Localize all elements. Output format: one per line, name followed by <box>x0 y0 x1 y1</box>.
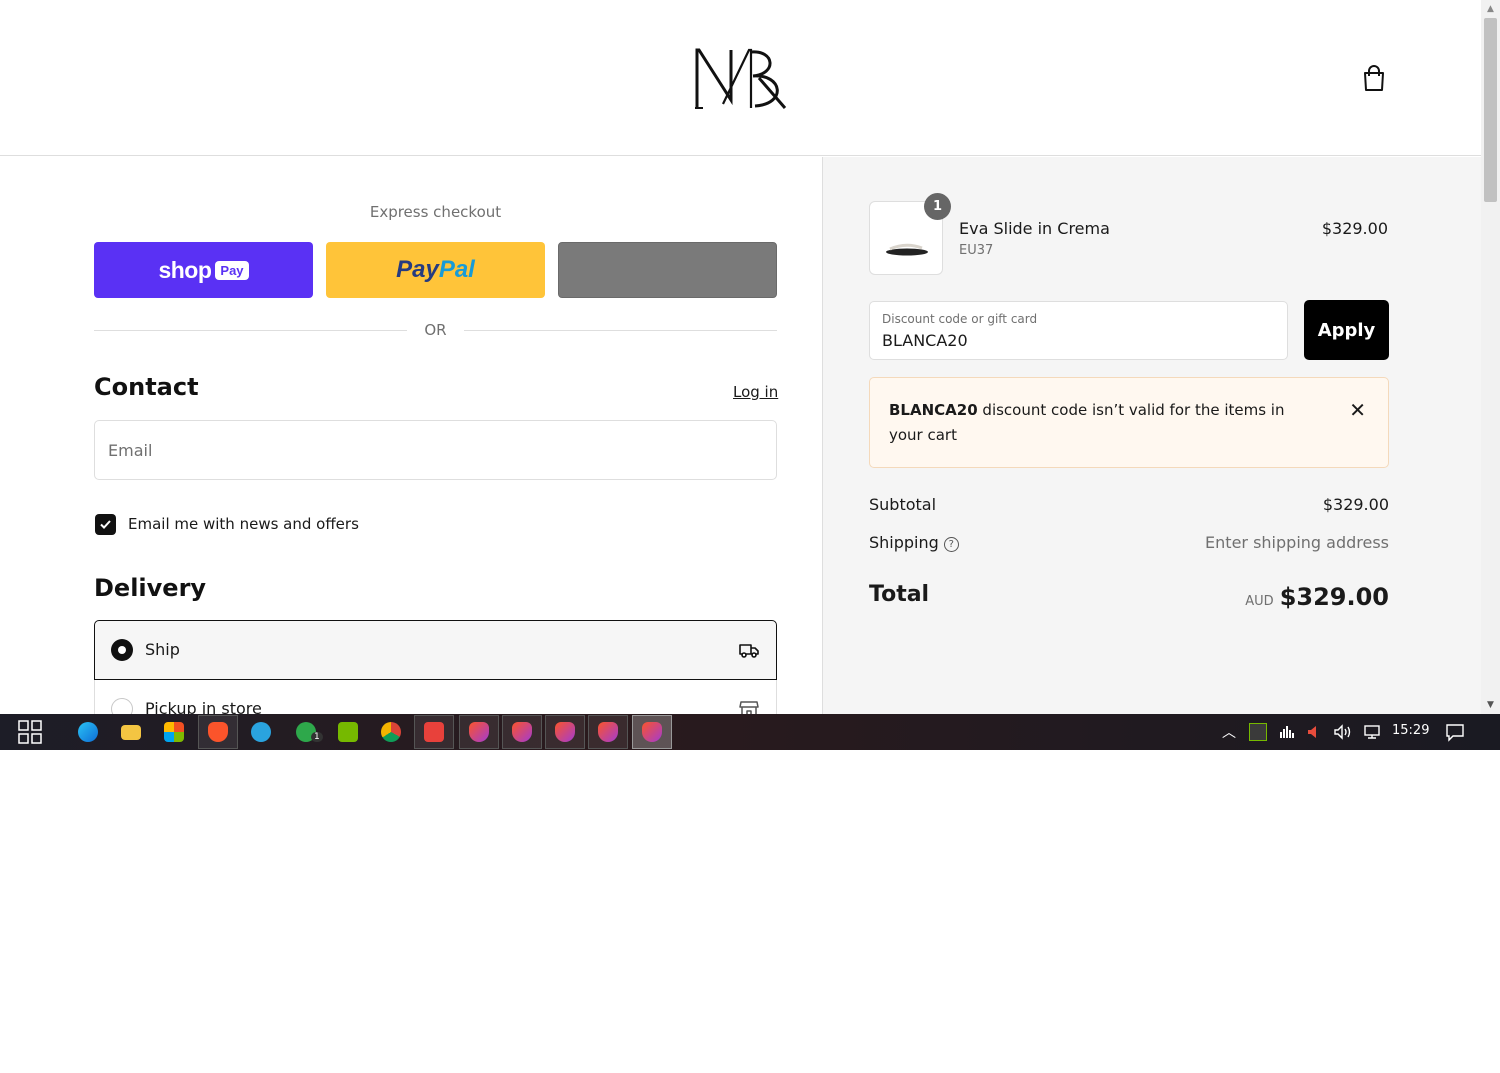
shipping-row: Shipping? Enter shipping address <box>869 533 1389 552</box>
media-app-icon[interactable] <box>414 715 454 749</box>
browser-viewport: Express checkout shop Pay PayPal OR Cont… <box>0 0 1500 714</box>
or-divider: OR <box>94 321 777 341</box>
ship-radio[interactable] <box>111 639 133 661</box>
task-view-icon[interactable] <box>10 714 50 750</box>
paypal-button[interactable]: PayPal <box>326 242 545 298</box>
brave-window-3-icon[interactable] <box>502 715 542 749</box>
delivery-option-ship[interactable]: Ship <box>94 620 777 680</box>
paypal-wordmark: PayPal <box>396 256 475 283</box>
whatsapp-icon[interactable]: 1 <box>286 714 326 750</box>
contact-heading: Contact <box>94 373 199 401</box>
subtotal-value: $329.00 <box>1322 495 1389 514</box>
shop-pay-pill: Pay <box>215 260 249 280</box>
delivery-heading: Delivery <box>94 574 207 602</box>
discount-value[interactable]: BLANCA20 <box>882 331 968 350</box>
page-scrollbar[interactable]: ▲ ▼ <box>1481 0 1500 714</box>
file-explorer-icon[interactable] <box>111 714 151 750</box>
scroll-down-arrow-icon[interactable]: ▼ <box>1481 698 1500 714</box>
store-header <box>0 0 1481 156</box>
tray-app-icon[interactable] <box>1249 723 1267 741</box>
quantity-badge: 1 <box>924 193 951 220</box>
windows-taskbar: 1 ︿ 15:29 <box>0 714 1500 750</box>
telegram-icon[interactable] <box>241 714 281 750</box>
express-payment-button[interactable] <box>558 242 777 298</box>
brave-browser-icon[interactable] <box>198 715 238 749</box>
checkmark-icon <box>100 520 111 529</box>
newsletter-label[interactable]: Email me with news and offers <box>128 515 359 533</box>
scroll-up-arrow-icon[interactable]: ▲ <box>1481 0 1500 16</box>
notifications-icon[interactable] <box>1445 722 1465 742</box>
shopping-bag-icon[interactable] <box>1362 64 1386 92</box>
apply-button[interactable]: Apply <box>1304 300 1389 360</box>
chrome-icon[interactable] <box>371 714 411 750</box>
store-logo[interactable] <box>693 44 791 110</box>
total-row: Total AUD $329.00 <box>869 582 1389 616</box>
brave-window-2-icon[interactable] <box>459 715 499 749</box>
pickup-radio[interactable] <box>111 698 133 714</box>
ship-label: Ship <box>145 640 180 659</box>
nvidia-icon[interactable] <box>328 714 368 750</box>
shop-pay-button[interactable]: shop Pay <box>94 242 313 298</box>
error-code: BLANCA20 <box>889 401 978 419</box>
product-name: Eva Slide in Crema <box>959 219 1110 238</box>
divider-line-right <box>464 330 777 331</box>
audio-meter-icon[interactable] <box>1279 724 1295 740</box>
product-variant: EU37 <box>959 243 994 258</box>
email-input[interactable] <box>94 420 777 480</box>
muted-speaker-icon[interactable] <box>1305 724 1321 740</box>
store-app-icon[interactable] <box>154 714 194 750</box>
network-icon[interactable] <box>1362 724 1382 740</box>
truck-icon <box>739 644 759 658</box>
scroll-thumb[interactable] <box>1484 18 1497 202</box>
help-icon[interactable]: ? <box>943 537 959 552</box>
show-hidden-icons-chevron-icon[interactable]: ︿ <box>1222 722 1236 742</box>
discount-label: Discount code or gift card <box>882 312 1038 326</box>
newsletter-checkbox[interactable] <box>95 514 116 535</box>
total-value: $329.00 <box>1279 583 1389 611</box>
login-link[interactable]: Log in <box>733 383 778 401</box>
discount-input[interactable]: Discount code or gift card BLANCA20 <box>869 301 1288 360</box>
shipping-value: Enter shipping address <box>1205 533 1389 552</box>
brave-window-5-icon[interactable] <box>588 715 628 749</box>
subtotal-row: Subtotal $329.00 <box>869 495 1389 514</box>
system-clock[interactable]: 15:29 <box>1392 723 1429 738</box>
brave-window-active-icon[interactable] <box>632 715 672 749</box>
product-price: $329.00 <box>1321 219 1388 238</box>
edge-icon[interactable] <box>68 714 108 750</box>
shipping-label: Shipping <box>869 533 939 552</box>
pickup-label: Pickup in store <box>145 699 262 714</box>
close-icon[interactable]: ✕ <box>1349 398 1366 423</box>
whatsapp-badge: 1 <box>311 732 323 742</box>
store-icon <box>739 701 759 714</box>
discount-error-banner: BLANCA20 discount code isn’t valid for t… <box>869 377 1389 468</box>
shop-pay-wordmark: shop <box>158 256 212 283</box>
brave-window-4-icon[interactable] <box>545 715 585 749</box>
subtotal-label: Subtotal <box>869 495 937 514</box>
total-amount: AUD $329.00 <box>1245 583 1389 611</box>
total-currency: AUD <box>1245 594 1274 609</box>
volume-icon[interactable] <box>1333 724 1353 740</box>
checkout-form: Express checkout shop Pay PayPal OR Cont… <box>0 157 822 714</box>
order-summary: 1 Eva Slide in Crema EU37 $329.00 Discou… <box>822 157 1481 714</box>
express-checkout-title: Express checkout <box>369 203 502 221</box>
total-label: Total <box>869 582 930 607</box>
delivery-option-pickup[interactable]: Pickup in store <box>94 680 777 714</box>
